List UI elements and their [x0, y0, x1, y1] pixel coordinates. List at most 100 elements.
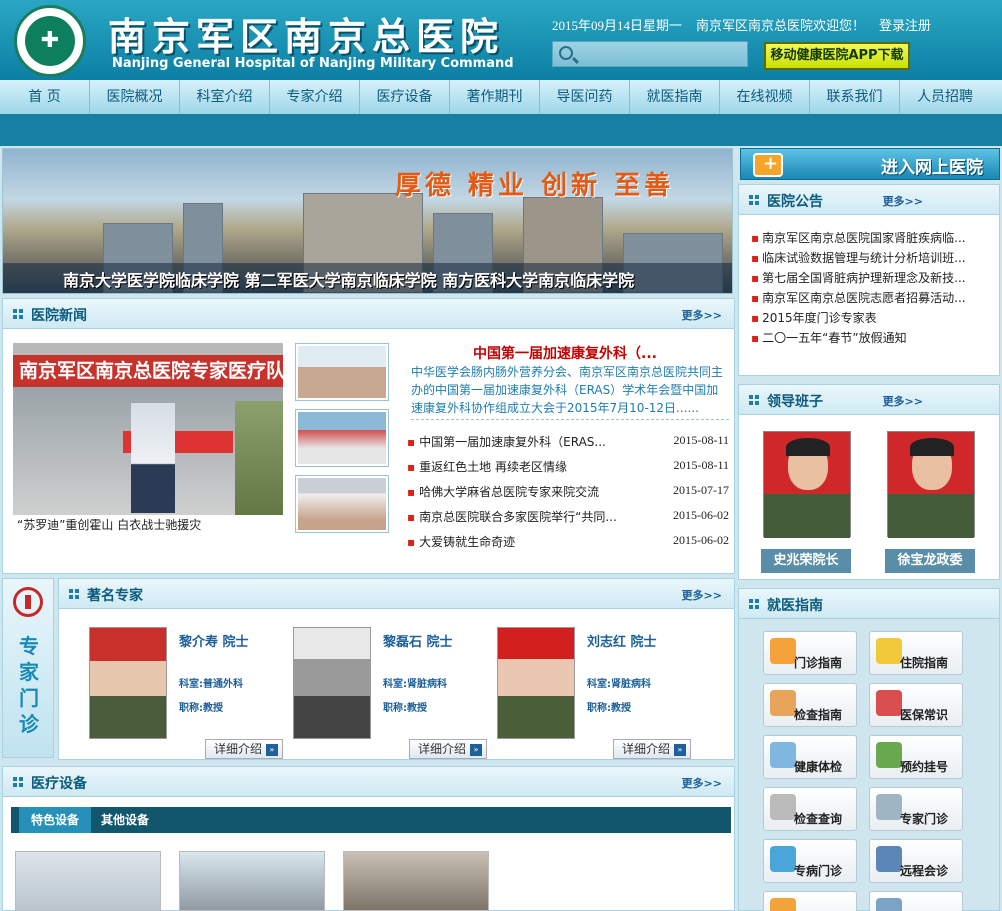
expert-clinic-side[interactable]: 专家门诊	[2, 578, 54, 758]
guide-special-clinic[interactable]: 专病门诊	[763, 839, 857, 883]
nav-video[interactable]: 在线视频	[720, 80, 810, 114]
bullet-icon: ▪	[407, 435, 416, 449]
notice-text[interactable]: 二〇一五年“春节”放假通知	[762, 331, 906, 345]
notice-text[interactable]: 南京军区南京总医院志愿者招募活动...	[762, 291, 965, 305]
notice-text[interactable]: 2015年度门诊专家表	[762, 311, 877, 325]
notice-more-link[interactable]: 更多>>	[883, 193, 923, 209]
news-thumbnail[interactable]	[295, 409, 389, 467]
nav-consult[interactable]: 导医问药	[540, 80, 630, 114]
guide-checkup[interactable]: 健康体检	[763, 735, 857, 779]
notice-text[interactable]: 第七届全国肾脏病护理新理念及新技...	[762, 271, 965, 285]
guide-insurance[interactable]: 医保常识	[869, 683, 963, 727]
equipment-image[interactable]	[343, 851, 489, 911]
online-hospital-button[interactable]: 进入网上医院	[740, 148, 1000, 180]
notice-item[interactable]: ▪ 南京军区南京总医院国家肾脏疾病临...	[751, 229, 981, 246]
special-clinic-icon	[770, 846, 796, 872]
news-item-date: 2015-06-02	[673, 508, 729, 522]
news-thumbnail[interactable]	[295, 475, 389, 533]
tab-other-equipment[interactable]: 其他设备	[101, 807, 149, 833]
nav-recruit[interactable]: 人员招聘	[900, 80, 990, 114]
news-item[interactable]: ▪ 南京总医院联合多家医院举行“共同... 2015-06-02	[407, 508, 729, 525]
nav-home[interactable]: 首 页	[0, 80, 90, 114]
bullet-icon: ▪	[407, 510, 416, 524]
guide-label: 专病门诊	[794, 864, 843, 878]
news-item[interactable]: ▪ 哈佛大学麻省总医院专家来院交流 2015-07-17	[407, 483, 729, 500]
equipment-image[interactable]	[179, 851, 325, 911]
bullet-icon: ▪	[407, 535, 416, 549]
search-input[interactable]	[552, 41, 748, 67]
news-caption[interactable]: “苏罗迪”重创霍山 白衣战士驰援灾	[13, 515, 283, 535]
search-icon[interactable]	[559, 46, 573, 60]
nav-guide[interactable]: 就医指南	[630, 80, 720, 114]
leaders-header: 领导班子 更多>>	[739, 385, 999, 415]
notice-text[interactable]: 南京军区南京总医院国家肾脏疾病临...	[762, 231, 965, 245]
guide-label: 预约挂号	[900, 760, 949, 774]
section-icon	[69, 589, 80, 600]
news-item-text[interactable]: 南京总医院联合多家医院举行“共同...	[419, 510, 617, 524]
equipment-more-link[interactable]: 更多>>	[682, 775, 722, 791]
expert-photo[interactable]	[293, 627, 371, 739]
expert-detail-button[interactable]: 详细介绍»	[613, 739, 691, 759]
news-item-text[interactable]: 哈佛大学麻省总医院专家来院交流	[419, 485, 599, 499]
app-download-button[interactable]: 移动健康医院APP下载	[764, 42, 910, 70]
news-thumbnail[interactable]	[295, 343, 389, 401]
nav-departments[interactable]: 科室介绍	[180, 80, 270, 114]
news-main-image[interactable]: 南京军区南京总医院专家医疗队来	[13, 343, 283, 515]
expert-title: 职称:教授	[587, 703, 631, 714]
leader-photo[interactable]	[763, 431, 851, 538]
news-more-link[interactable]: 更多>>	[682, 307, 722, 323]
nav-equipment[interactable]: 医疗设备	[360, 80, 450, 114]
news-headline[interactable]: 中国第一届加速康复外科（...	[473, 343, 657, 363]
expert-photo[interactable]	[89, 627, 167, 739]
expert-name[interactable]: 黎介寿 院士	[179, 631, 249, 650]
nav-contact[interactable]: 联系我们	[810, 80, 900, 114]
nav-experts[interactable]: 专家介绍	[270, 80, 360, 114]
news-item-text[interactable]: 重返红色土地 再续老区情缘	[419, 460, 567, 474]
notice-item[interactable]: ▪ 2015年度门诊专家表	[751, 309, 981, 326]
login-link[interactable]: 登录注册	[879, 18, 931, 33]
guide-remote-consult[interactable]: 远程会诊	[869, 839, 963, 883]
expert-detail-button[interactable]: 详细介绍»	[409, 739, 487, 759]
image-person	[131, 403, 175, 513]
guide-appointment[interactable]: 预约挂号	[869, 735, 963, 779]
news-item-text[interactable]: 大爱铸就生命奇迹	[419, 535, 515, 549]
notice-item[interactable]: ▪ 南京军区南京总医院志愿者招募活动...	[751, 289, 981, 306]
guide-expert-clinic[interactable]: 专家门诊	[869, 787, 963, 831]
leader-name[interactable]: 徐宝龙政委	[885, 549, 975, 573]
guide-outpatient[interactable]: 门诊指南	[763, 631, 857, 675]
tab-featured-equipment[interactable]: 特色设备	[19, 807, 91, 833]
expert-name[interactable]: 黎磊石 院士	[383, 631, 453, 650]
experts-more-link[interactable]: 更多>>	[682, 587, 722, 603]
news-image-sign: 南京军区南京总医院专家医疗队来	[13, 355, 283, 387]
news-item[interactable]: ▪ 重返红色土地 再续老区情缘 2015-08-11	[407, 458, 729, 475]
leaders-more-link[interactable]: 更多>>	[883, 393, 923, 409]
leader-name[interactable]: 史兆荣院长	[761, 549, 851, 573]
query-icon	[770, 794, 796, 820]
checkup-icon	[770, 742, 796, 768]
nav-publications[interactable]: 著作期刊	[450, 80, 540, 114]
expert-detail-button[interactable]: 详细介绍»	[205, 739, 283, 759]
news-item[interactable]: ▪ 大爱铸就生命奇迹 2015-06-02	[407, 533, 729, 550]
guide-more-tile[interactable]	[869, 891, 963, 911]
notice-panel: 医院公告 更多>> ▪ 南京军区南京总医院国家肾脏疾病临... ▪ 临床试验数据管理…	[738, 184, 1000, 376]
site-subtitle: Nanjing General Hospital of Nanjing Mili…	[112, 56, 514, 71]
guide-inpatient[interactable]: 住院指南	[869, 631, 963, 675]
notice-text[interactable]: 临床试验数据管理与统计分析培训班...	[762, 251, 965, 265]
guide-more-tile[interactable]	[763, 891, 857, 911]
notice-item[interactable]: ▪ 二〇一五年“春节”放假通知	[751, 329, 981, 346]
expert-name[interactable]: 刘志红 院士	[587, 631, 657, 650]
expert-photo[interactable]	[497, 627, 575, 739]
guide-query[interactable]: 检查查询	[763, 787, 857, 831]
news-item-text[interactable]: 中国第一届加速康复外科（ERAS...	[419, 435, 606, 449]
leader-photo[interactable]	[887, 431, 975, 538]
nav-overview[interactable]: 医院概况	[90, 80, 180, 114]
notice-item[interactable]: ▪ 第七届全国肾脏病护理新理念及新技...	[751, 269, 981, 286]
news-item[interactable]: ▪ 中国第一届加速康复外科（ERAS... 2015-08-11	[407, 433, 729, 450]
guide-examination[interactable]: 检查指南	[763, 683, 857, 727]
notice-item[interactable]: ▪ 临床试验数据管理与统计分析培训班...	[751, 249, 981, 266]
section-icon	[749, 599, 760, 610]
equipment-image[interactable]	[15, 851, 161, 911]
inpatient-icon	[876, 638, 902, 664]
top-info: 2015年09月14日星期一 南京军区南京总医院欢迎您！ 登录注册	[552, 15, 945, 34]
hospital-logo[interactable]: ✚	[14, 5, 86, 77]
